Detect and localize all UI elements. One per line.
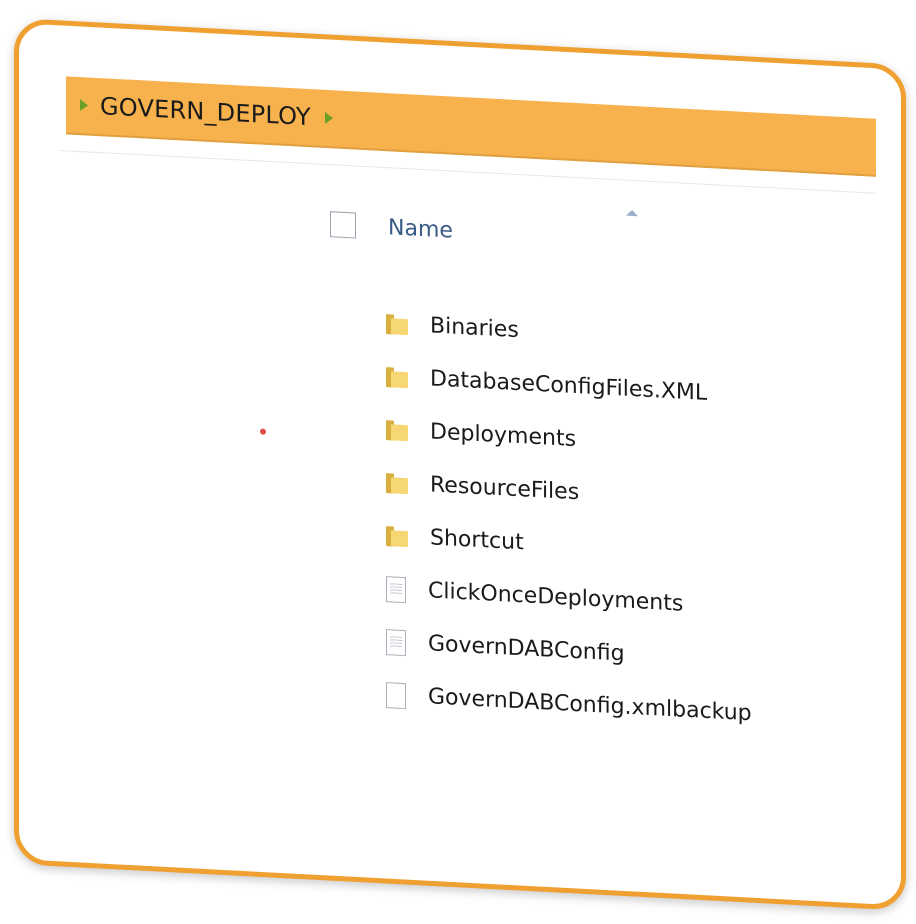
folder-icon xyxy=(386,367,408,388)
file-icon xyxy=(386,575,406,603)
chevron-right-icon[interactable] xyxy=(324,111,333,125)
red-dot xyxy=(260,428,266,435)
item-label: ResourceFiles xyxy=(430,472,580,506)
sort-ascending-icon xyxy=(626,209,638,217)
item-label: GovernDABConfig xyxy=(428,631,625,667)
file-list: Binaries DatabaseConfigFiles.XML Deploym… xyxy=(386,297,866,746)
folder-icon xyxy=(386,314,408,335)
column-name-header[interactable]: Name xyxy=(388,215,453,243)
item-label: ClickOnceDeployments xyxy=(428,578,684,617)
item-label: Shortcut xyxy=(430,525,524,556)
item-label: Deployments xyxy=(430,419,577,453)
explorer-view: GOVERN_DEPLOY Name Binaries DatabaseConf… xyxy=(0,0,916,924)
item-label: Binaries xyxy=(430,313,519,344)
folder-icon xyxy=(386,526,408,547)
item-label: DatabaseConfigFiles.XML xyxy=(430,366,708,406)
chevron-right-icon[interactable] xyxy=(80,99,88,112)
folder-icon xyxy=(386,420,408,441)
column-header: Name xyxy=(330,202,876,275)
file-icon xyxy=(386,681,406,709)
item-label: GovernDABConfig.xmlbackup xyxy=(428,684,752,727)
folder-icon xyxy=(386,473,408,494)
file-icon xyxy=(386,628,406,656)
select-all-checkbox[interactable] xyxy=(330,211,356,239)
address-bar[interactable]: GOVERN_DEPLOY xyxy=(66,76,876,177)
breadcrumb-folder[interactable]: GOVERN_DEPLOY xyxy=(100,92,311,131)
